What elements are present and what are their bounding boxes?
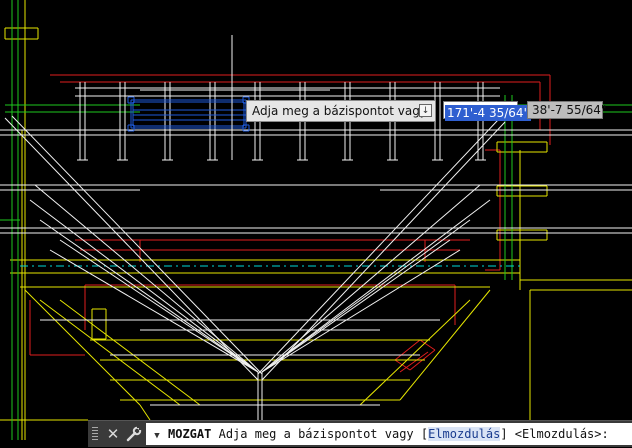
down-arrow-icon[interactable]: ↓ [419, 104, 432, 117]
line-segment [261, 219, 471, 373]
dynamic-input-tooltip: Adja meg a bázispontot vagy ↓ [246, 100, 436, 122]
command-line-bar: ✕ ▼ MOZGAT Adja meg a bázispontot vagy [E… [88, 420, 632, 447]
line-segment [11, 115, 263, 375]
yellow-layer-lines [0, 0, 632, 440]
command-prompt-prefix: Adja meg a bázispontot vagy [ [218, 427, 429, 441]
crosshair-cursor [140, 35, 330, 160]
line-segment [59, 299, 201, 406]
line-segment [257, 119, 499, 375]
line-segment [39, 219, 259, 373]
dynamic-input-prompt: Adja meg a bázispontot vagy [252, 104, 427, 118]
green-layer-lines [0, 0, 632, 440]
recent-commands-icon[interactable]: ▼ [146, 425, 168, 445]
x-coordinate-input[interactable]: 171'-4 35/64" [443, 101, 532, 121]
line-segment [39, 299, 181, 406]
line-segment [49, 249, 259, 373]
command-prompt-suffix: ] <Elmozdulás>: [500, 427, 609, 441]
line-segment [394, 339, 421, 361]
y-coordinate-input[interactable]: 38'-7 55/64" [527, 101, 607, 119]
x-coordinate-value: 171'-4 35/64" [445, 105, 532, 121]
command-input[interactable]: ▼ MOZGAT Adja meg a bázispontot vagy [Elm… [146, 423, 632, 445]
line-segment [34, 184, 259, 373]
wrench-icon[interactable] [124, 424, 144, 444]
line-segment [261, 199, 491, 373]
white-structure-lines [0, 82, 632, 420]
selected-object[interactable] [127, 96, 250, 132]
drag-handle[interactable] [92, 427, 98, 442]
command-name: MOZGAT [168, 427, 212, 441]
close-icon[interactable]: ✕ [104, 424, 122, 444]
line-segment [29, 199, 259, 373]
line-segment [261, 184, 481, 373]
command-option-elmozdulas[interactable]: Elmozdulás [428, 427, 501, 441]
y-coordinate-value: 38'-7 55/64" [532, 103, 607, 117]
line-segment [359, 299, 471, 406]
cad-drawing-canvas[interactable] [0, 0, 632, 446]
line-segment [139, 404, 151, 421]
